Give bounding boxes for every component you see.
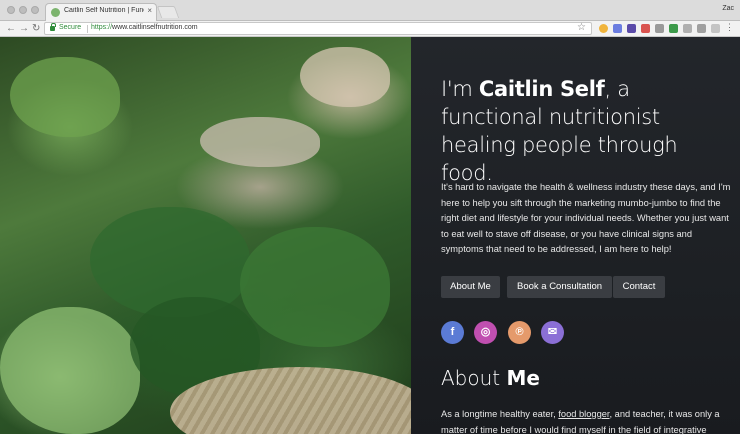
pinterest-icon[interactable]: ℗ bbox=[508, 321, 531, 344]
bookmark-star-icon[interactable]: ☆ bbox=[577, 22, 586, 33]
new-tab-button[interactable] bbox=[156, 6, 180, 18]
extension-icon-7[interactable] bbox=[683, 24, 692, 33]
window-minimize-button[interactable] bbox=[19, 6, 27, 14]
extension-icon-3[interactable] bbox=[627, 24, 636, 33]
address-bar[interactable]: Secure https://www.caitlinselfnutrition.… bbox=[44, 22, 592, 35]
about-paragraph: As a longtime healthy eater, food blogge… bbox=[441, 407, 731, 438]
back-arrow-icon[interactable]: ← bbox=[6, 22, 16, 35]
secure-label: Secure bbox=[59, 24, 82, 31]
about-me-button[interactable]: About Me bbox=[441, 276, 500, 298]
food-blogger-link[interactable]: food blogger bbox=[558, 409, 609, 419]
lock-icon bbox=[50, 23, 56, 31]
about-heading-bold: Me bbox=[506, 366, 540, 390]
contact-button[interactable]: Contact bbox=[613, 276, 665, 298]
headline-name: Caitlin Self bbox=[478, 77, 605, 101]
about-heading: About Me bbox=[441, 366, 540, 390]
reload-icon[interactable]: ↻ bbox=[32, 22, 40, 35]
headline-prefix: I'm bbox=[441, 77, 479, 101]
extension-icon-9[interactable] bbox=[711, 24, 720, 33]
url-scheme: https:// bbox=[91, 24, 113, 31]
extension-icon-5[interactable] bbox=[655, 24, 664, 33]
webpage: I'm Caitlin Self, a functional nutrition… bbox=[0, 37, 740, 435]
browser-toolbar: ← → ↻ Secure https://www.caitlinselfnutr… bbox=[0, 21, 740, 37]
url-text: https://www.caitlinselfnutrition.com bbox=[91, 24, 198, 31]
intro-paragraph: It's hard to navigate the health & welln… bbox=[441, 182, 731, 254]
facebook-icon[interactable]: f bbox=[441, 321, 464, 344]
url-host: www.caitlinselfnutrition.com bbox=[112, 24, 198, 31]
browser-menu-icon[interactable]: ⋮ bbox=[725, 22, 734, 33]
about-text-prefix: As a longtime healthy eater, bbox=[441, 409, 559, 419]
browser-tab-bar: Caitlin Self Nutrition | Functio × Zac bbox=[0, 0, 740, 21]
book-consultation-button[interactable]: Book a Consultation bbox=[507, 276, 612, 298]
profile-name[interactable]: Zac bbox=[722, 5, 734, 12]
email-icon[interactable]: ✉ bbox=[541, 321, 564, 344]
site-favicon-icon bbox=[51, 8, 60, 17]
forward-arrow-icon[interactable]: → bbox=[19, 22, 29, 35]
vegetables-hero-image bbox=[0, 37, 411, 434]
extension-icon-8[interactable] bbox=[697, 24, 706, 33]
intro-panel: I'm Caitlin Self, a functional nutrition… bbox=[411, 37, 740, 435]
page-headline: I'm Caitlin Self, a functional nutrition… bbox=[441, 75, 731, 187]
tab-title: Caitlin Self Nutrition | Functio bbox=[64, 7, 144, 14]
address-divider bbox=[87, 25, 88, 33]
extension-icon-4[interactable] bbox=[641, 24, 650, 33]
window-maximize-button[interactable] bbox=[31, 6, 39, 14]
about-heading-prefix: About bbox=[441, 366, 507, 390]
window-close-button[interactable] bbox=[7, 6, 15, 14]
extension-icon-6[interactable] bbox=[669, 24, 678, 33]
extension-icon-2[interactable] bbox=[613, 24, 622, 33]
tab-close-icon[interactable]: × bbox=[147, 6, 152, 15]
extension-icon-1[interactable] bbox=[599, 24, 608, 33]
instagram-icon[interactable]: ◎ bbox=[474, 321, 497, 344]
browser-tab[interactable]: Caitlin Self Nutrition | Functio × bbox=[45, 3, 157, 21]
